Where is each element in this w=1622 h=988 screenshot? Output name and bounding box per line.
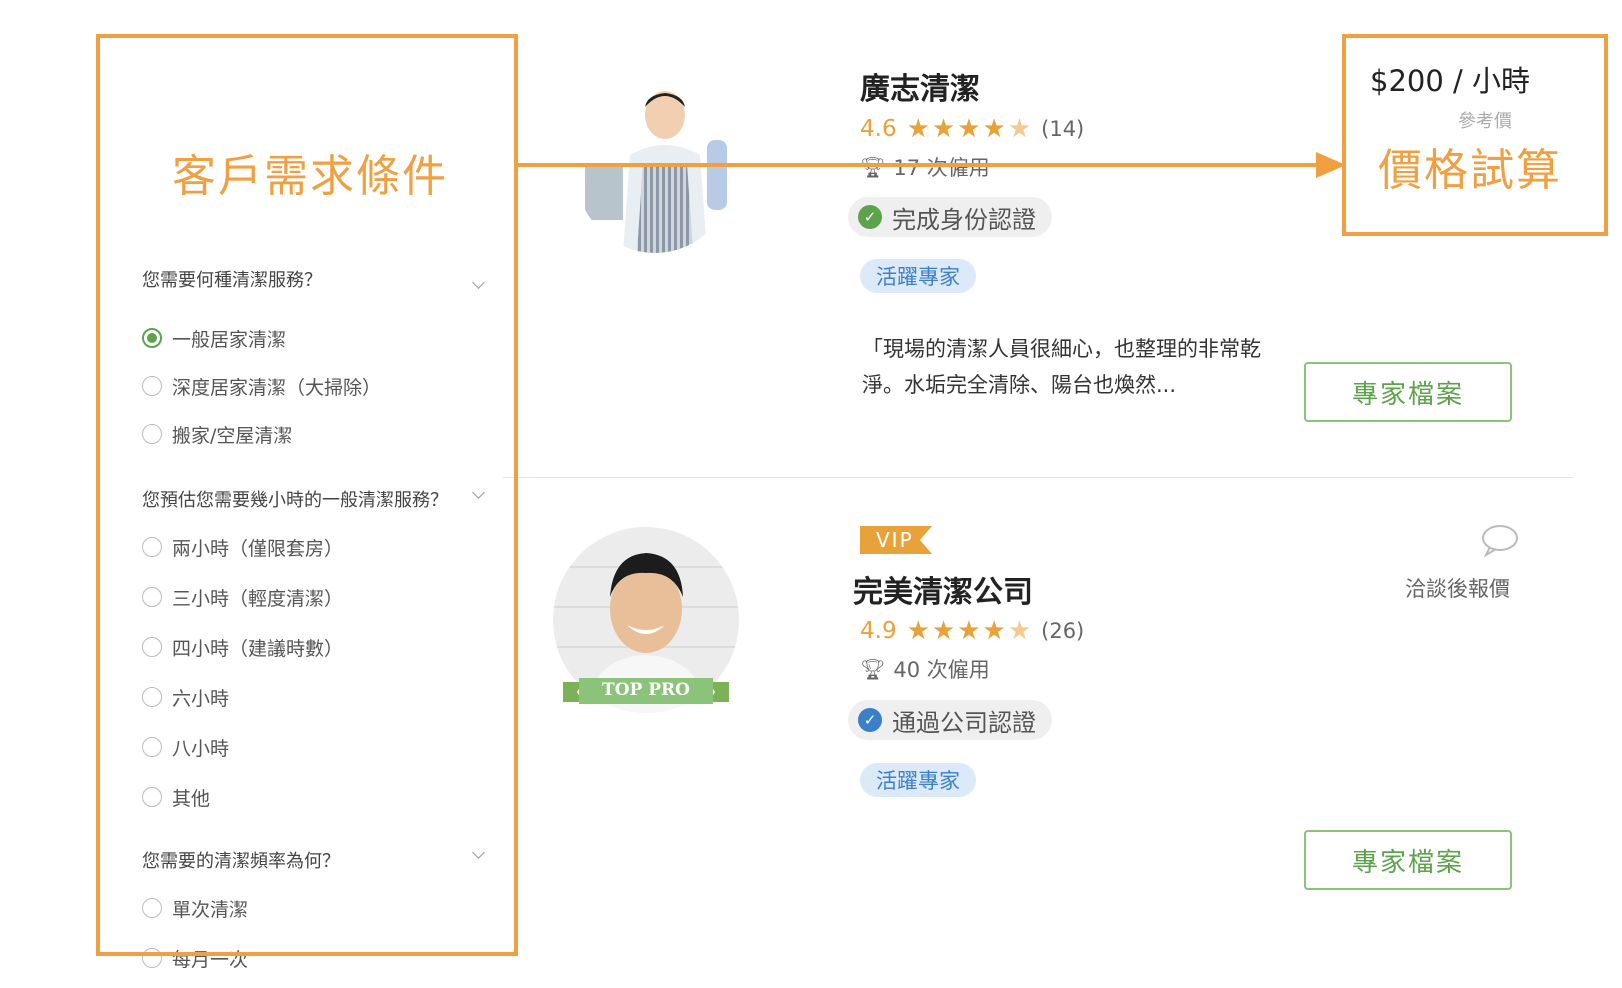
star-icon: ★ <box>906 616 930 646</box>
star-icon: ★ <box>931 616 956 646</box>
star-icon: ★ <box>957 616 981 646</box>
card-divider <box>503 477 1573 478</box>
verification-badge: ✓ 通過公司認證 <box>848 700 1052 740</box>
review-count: (14) <box>1041 117 1085 141</box>
top-pro-label: TOP PRO <box>602 680 690 700</box>
pro-name[interactable]: 完美清潔公司 <box>853 567 1033 611</box>
trophy-icon: 🏆︎ <box>860 155 886 179</box>
rating-value: 4.6 <box>860 116 897 142</box>
active-pro-tag: 活躍專家 <box>860 259 976 293</box>
hire-count: 🏆︎ 40 次僱用 <box>860 654 990 684</box>
review-snippet: 「現場的清潔人員很細心，也整理的非常乾淨。水垢完全清除、陽台也煥然... <box>862 337 1261 397</box>
review-count: (26) <box>1041 619 1085 643</box>
arrow-head-icon <box>1316 152 1346 178</box>
requirements-annotation-label: 客戶需求條件 <box>172 151 448 202</box>
pro-profile-button[interactable]: 專家檔案 <box>1304 362 1512 422</box>
rating-value: 4.9 <box>860 618 897 644</box>
star-icon: ★ <box>982 616 1006 646</box>
active-pro-tag: 活躍專家 <box>860 763 976 797</box>
rating: 4.9 ★ ★ ★ ★ ★ (26) <box>860 618 1084 644</box>
hire-count: 🏆︎ 17 次僱用 <box>860 152 990 182</box>
half-star-icon: ★ <box>1007 616 1032 646</box>
star-icon: ★ <box>906 114 930 144</box>
trophy-icon: 🏆︎ <box>860 657 886 681</box>
chat-bubble-icon[interactable] <box>1480 523 1520 561</box>
vip-badge: VIP <box>860 526 932 554</box>
hire-count-text: 17 次僱用 <box>893 156 990 180</box>
chat-icon-svg <box>1482 525 1518 558</box>
hire-count-text: 40 次僱用 <box>893 658 990 682</box>
check-circle-icon: ✓ <box>858 205 882 229</box>
star-icon: ★ <box>982 114 1006 144</box>
top-pro-ribbon: TOP PRO <box>563 676 729 706</box>
vip-label: VIP <box>876 528 914 552</box>
avatar-image <box>575 85 735 253</box>
pro-name[interactable]: 廣志清潔 <box>860 64 980 108</box>
annotation-arrow-line <box>518 163 1318 167</box>
check-circle-icon: ✓ <box>858 708 882 732</box>
verification-badge: ✓ 完成身份認證 <box>848 197 1052 237</box>
star-icon: ★ <box>931 114 956 144</box>
half-star-icon: ★ <box>1007 114 1032 144</box>
avatar[interactable] <box>575 85 735 253</box>
star-icon: ★ <box>957 114 981 144</box>
price-note: 洽談後報價 <box>1405 577 1510 601</box>
badge-text: 完成身份認證 <box>892 205 1036 234</box>
rating: 4.6 ★ ★ ★ ★ ★ (14) <box>860 116 1084 142</box>
price-annotation-label: 價格試算 <box>1378 145 1562 196</box>
badge-text: 通過公司認證 <box>892 708 1036 737</box>
pro-profile-button[interactable]: 專家檔案 <box>1304 830 1512 890</box>
